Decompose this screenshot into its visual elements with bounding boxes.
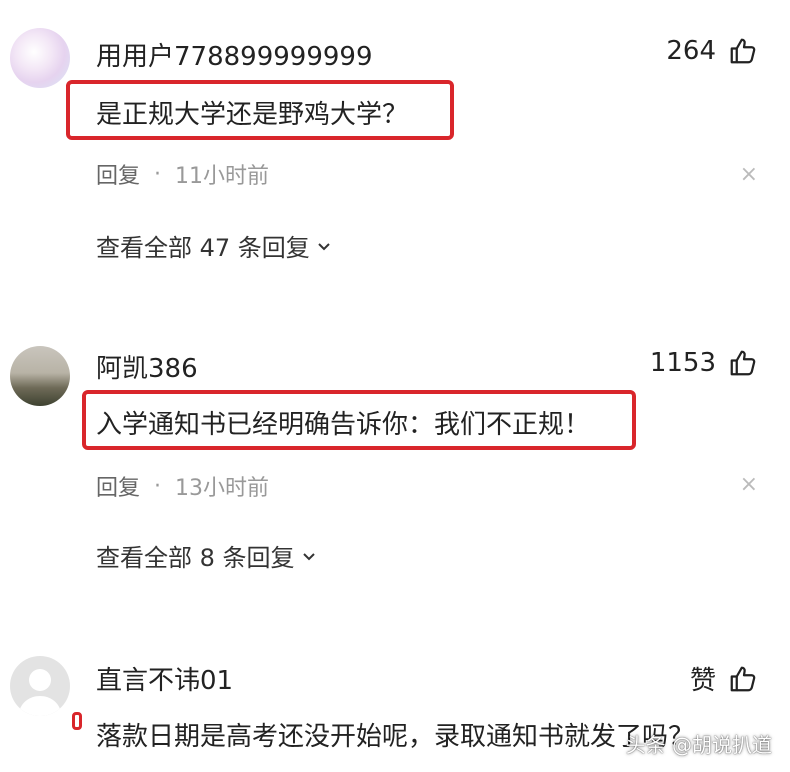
reply-button[interactable]: 回复 — [96, 158, 140, 190]
like-button[interactable]: 赞 — [690, 660, 758, 697]
watermark: 头条 @胡说扒道 — [625, 733, 772, 757]
close-icon[interactable]: × — [740, 472, 758, 497]
comment-username[interactable]: 阿凯386 — [96, 348, 198, 385]
comment-meta: 回复 · 11小时前 — [96, 158, 269, 190]
avatar[interactable] — [10, 346, 70, 406]
like-count: 264 — [666, 36, 716, 66]
thumbs-up-icon — [730, 350, 756, 376]
chevron-down-icon — [302, 552, 315, 560]
view-all-replies-button[interactable]: 查看全部 47 条回复 — [96, 228, 332, 263]
avatar[interactable] — [10, 28, 70, 88]
like-button[interactable]: 264 — [666, 36, 758, 66]
comment-text: 落款日期是高考还没开始呢，录取通知书就发了吗？ — [96, 722, 695, 752]
comment-time: 13小时前 — [175, 476, 270, 501]
view-all-replies-button[interactable]: 查看全部 8 条回复 — [96, 538, 317, 573]
chevron-down-icon — [318, 242, 330, 250]
like-button[interactable]: 1153 — [650, 348, 758, 378]
default-avatar-icon — [18, 669, 62, 716]
comment-meta: 回复 · 13小时前 — [96, 470, 269, 502]
thumbs-up-icon — [730, 38, 756, 64]
thumbs-up-icon — [730, 666, 756, 691]
comment-username[interactable]: 直言不讳01 — [96, 660, 233, 697]
separator-dot: · — [154, 473, 162, 499]
avatar[interactable] — [10, 656, 70, 716]
view-all-label: 查看全部 47 条回复 — [96, 234, 310, 262]
separator-dot: · — [154, 161, 162, 187]
reply-button[interactable]: 回复 — [96, 470, 140, 502]
like-count: 1153 — [649, 348, 716, 378]
close-icon[interactable]: × — [740, 162, 758, 187]
comment-username[interactable]: 用用户778899999999 — [96, 36, 373, 73]
comment-text: 是正规大学还是野鸡大学？ — [96, 100, 409, 130]
highlight-mark — [72, 712, 82, 730]
comment-text: 入学通知书已经明确告诉你：我们不正规！ — [96, 410, 591, 440]
like-label: 赞 — [689, 666, 716, 696]
view-all-label: 查看全部 8 条回复 — [96, 544, 295, 572]
comment-time: 11小时前 — [175, 164, 270, 189]
